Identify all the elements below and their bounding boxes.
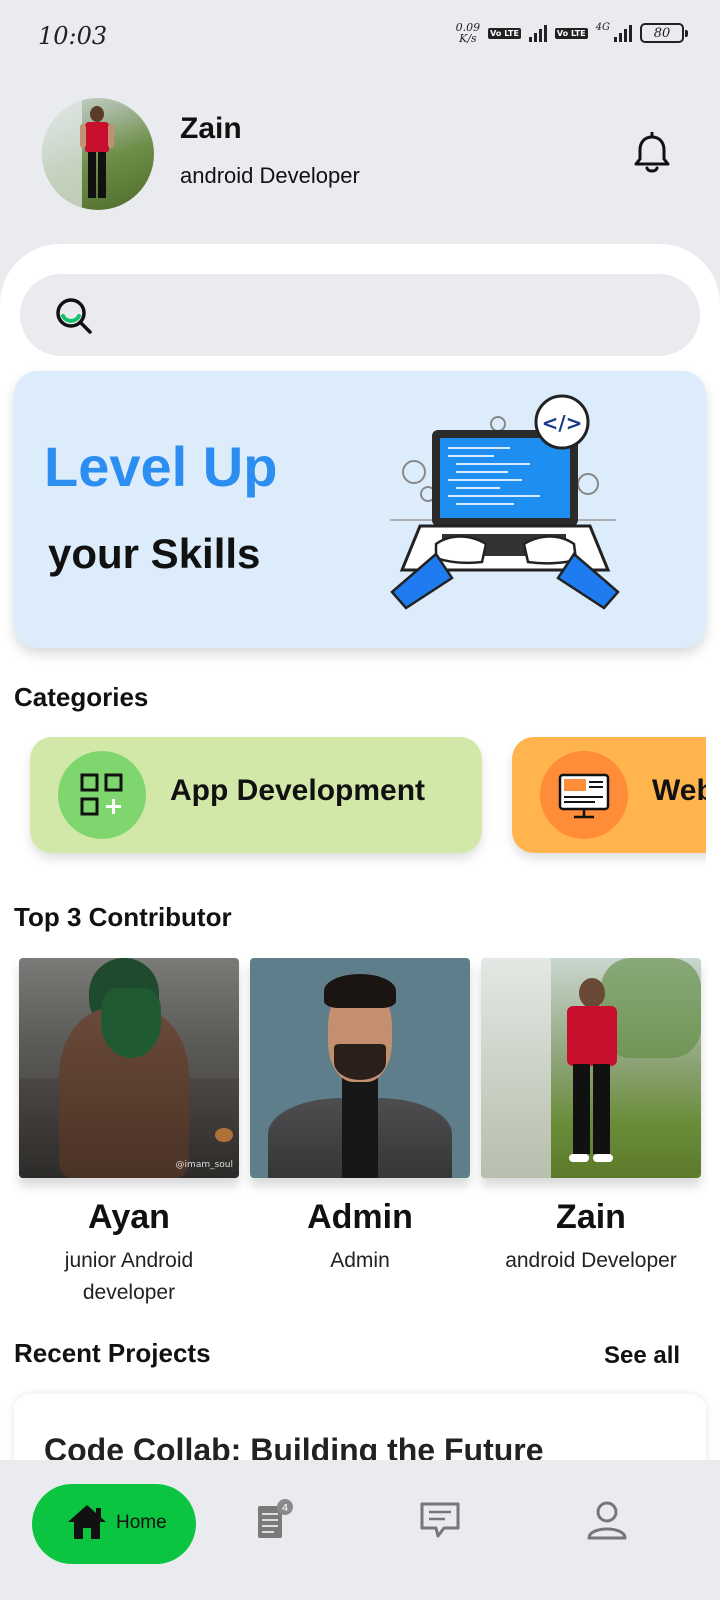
category-label: Web Development [652,774,706,807]
chat-icon[interactable] [418,1498,462,1542]
tasks-list-icon[interactable]: 4 [252,1498,296,1542]
contributor-card-zain[interactable]: Zain android Developer [481,958,701,1277]
status-icons: 0.09 K/s Vo LTE Vo LTE 4G 80 [455,21,688,45]
recent-projects-title: Recent Projects [14,1338,211,1368]
contributor-name: Zain [556,1198,626,1236]
search-input[interactable] [20,274,700,356]
category-card-app-development[interactable]: App Development [30,737,482,853]
profile-icon[interactable] [585,1498,629,1542]
banner-subtitle: your Skills [48,530,261,577]
notification-bell-icon[interactable] [632,132,672,176]
see-all-link[interactable]: See all [604,1342,680,1370]
search-icon[interactable] [52,294,96,338]
contributor-role: Admin [330,1249,390,1272]
watermark-text: @imam_soul [175,1160,233,1170]
contributor-role: junior Android developer [64,1249,194,1304]
signal-icon [528,24,547,42]
contributor-photo [481,958,701,1178]
net-speed: 0.09 K/s [455,21,481,45]
status-bar: 10:03 0.09 K/s Vo LTE Vo LTE 4G 80 [0,0,720,72]
battery-level: 80 [653,25,671,41]
network-type: 4G [595,22,610,33]
category-label: App Development [170,774,426,807]
category-card-web-development[interactable]: Web Development [512,737,706,853]
avatar[interactable] [42,98,154,210]
monitor-code-icon [558,773,610,819]
categories-list[interactable]: App Development Web Development [0,730,706,870]
user-role: android Developer [180,163,360,188]
volte-icon: Vo LTE [488,27,521,39]
contributor-card-admin[interactable]: Admin Admin [250,958,470,1277]
categories-title: Categories [14,682,149,712]
banner-title: Level Up [44,435,278,498]
status-time: 10:03 [38,22,108,50]
code-tag-text: </> [542,411,583,435]
bottom-navigation: Home 4 [0,1460,720,1600]
home-icon [68,1505,106,1539]
contributor-card-ayan[interactable]: @imam_soul Ayan junior Android developer [19,958,239,1309]
tasks-badge: 4 [282,1503,288,1514]
user-name: Zain [180,112,242,145]
contributor-photo: @imam_soul [19,958,239,1178]
contributors-title: Top 3 Contributor [14,902,232,932]
volte-icon-2: Vo LTE [554,27,588,39]
laptop-coding-illustration: </> [390,394,620,610]
nav-home-label: Home [116,1512,167,1533]
contributor-name: Ayan [88,1198,170,1236]
contributor-role: android Developer [505,1249,677,1272]
contributor-name: Admin [307,1198,413,1236]
nav-home-button[interactable]: Home [32,1484,196,1564]
contributor-photo [250,958,470,1178]
battery-icon: 80 [640,23,688,43]
signal-icon-2 [614,24,632,42]
grid-plus-icon [80,773,123,816]
